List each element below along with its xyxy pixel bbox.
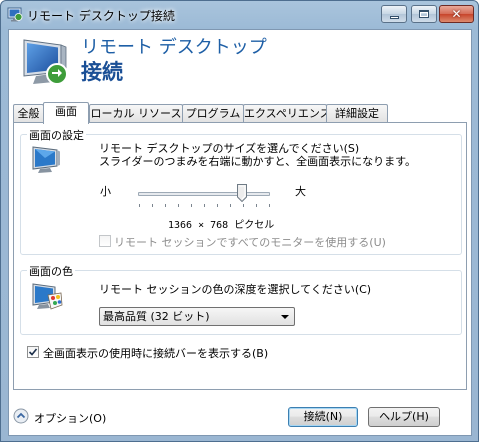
maximize-button[interactable] [411, 5, 437, 23]
slider-tick [243, 204, 244, 207]
all-monitors-label: リモート セッションですべてのモニターを使用する(U) [114, 236, 386, 249]
screen-size-slider[interactable] [138, 192, 270, 196]
app-window: リモート デスクトップ接続 ✕ リモート デスクトップ 接続 全般 画面 ローカ… [0, 0, 479, 442]
color-depth-select[interactable]: 最高品質 (32 ビット) [99, 307, 295, 326]
monitor-icon [32, 146, 60, 173]
remote-desktop-logo-icon [23, 39, 68, 85]
slider-ticks [139, 204, 271, 208]
color-palette-icon [32, 283, 63, 310]
slider-tick [204, 204, 205, 207]
tab-general[interactable]: 全般 [13, 104, 44, 123]
display-description-line1: リモート デスクトップのサイズを選んでください(S) [99, 142, 360, 155]
header-banner: リモート デスクトップ 接続 [9, 30, 471, 97]
display-tab-panel: 画面の設定 リモート デスクトップのサイズを選んでください(S) スライダーのつ… [13, 122, 467, 390]
slider-tick [269, 204, 270, 207]
colors-group: 画面の色 リモート セッションの色の深度を選択してください(C) 最高品質 (3… [20, 263, 462, 335]
close-icon: ✕ [451, 7, 462, 21]
tab-display[interactable]: 画面 [43, 102, 89, 124]
slider-tick [152, 204, 153, 207]
slider-tick [139, 204, 140, 207]
display-description-line2: スライダーのつまみを右端に動かすと、全画面表示になります。 [99, 155, 417, 168]
chevron-down-icon [281, 315, 289, 319]
slider-max-label: 大 [295, 185, 306, 198]
connect-button[interactable]: 接続(N) [288, 407, 358, 427]
connection-bar-checkbox[interactable] [27, 346, 39, 358]
slider-tick [165, 204, 166, 207]
all-monitors-checkbox[interactable] [99, 235, 111, 247]
slider-tick [256, 204, 257, 207]
slider-thumb[interactable] [237, 184, 248, 202]
slider-tick [230, 204, 231, 207]
connection-bar-label: 全画面表示の使用時に接続バーを表示する(B) [43, 347, 269, 360]
maximize-icon [419, 10, 429, 18]
colors-title: 画面の色 [27, 263, 75, 279]
minimize-icon [389, 15, 399, 19]
options-label[interactable]: オプション(O) [34, 410, 106, 426]
checkmark-icon [28, 348, 38, 356]
color-depth-description: リモート セッションの色の深度を選択してください(C) [99, 283, 372, 296]
tab-experience[interactable]: エクスペリエンス [243, 104, 331, 123]
tab-local-resources[interactable]: ローカル リソース [89, 104, 183, 123]
close-button[interactable]: ✕ [439, 5, 474, 23]
minimize-button[interactable] [381, 5, 407, 23]
dialog-client: リモート デスクトップ 接続 全般 画面 ローカル リソース プログラム エクス… [8, 29, 472, 436]
color-depth-value: 最高品質 (32 ビット) [103, 310, 210, 323]
slider-tick [191, 204, 192, 207]
remote-desktop-icon [7, 7, 23, 22]
tab-advanced[interactable]: 詳細設定 [326, 104, 388, 123]
tab-programs[interactable]: プログラム [182, 104, 244, 123]
display-settings-group: 画面の設定 リモート デスクトップのサイズを選んでください(S) スライダーのつ… [20, 127, 462, 255]
title-bar[interactable]: リモート デスクトップ接続 ✕ [1, 1, 478, 29]
slider-min-label: 小 [100, 185, 111, 198]
options-toggle-button[interactable] [13, 408, 29, 424]
help-button[interactable]: ヘルプ(H) [368, 407, 440, 427]
resolution-text: 1366 × 768 ピクセル [168, 220, 275, 231]
slider-tick [178, 204, 179, 207]
window-title: リモート デスクトップ接続 [27, 9, 175, 23]
tab-bar: 全般 画面 ローカル リソース プログラム エクスペリエンス 詳細設定 [13, 102, 467, 124]
slider-tick [217, 204, 218, 207]
header-title: 接続 [81, 60, 123, 84]
display-settings-title: 画面の設定 [27, 127, 86, 143]
